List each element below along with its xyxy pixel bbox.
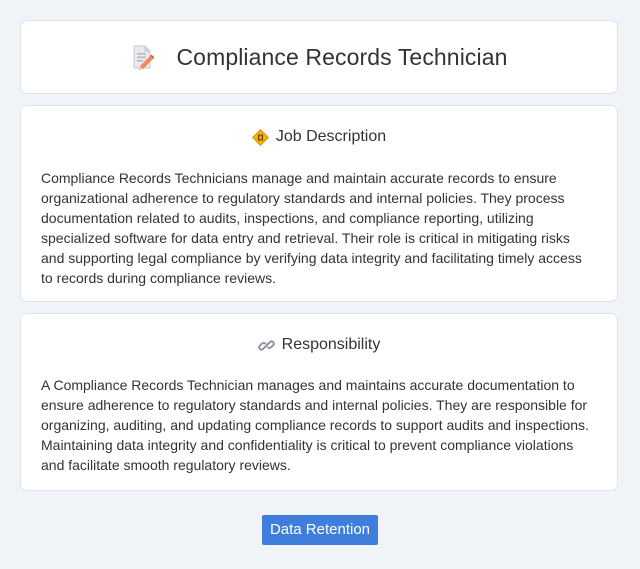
job-description-heading: Job Description [41, 127, 597, 147]
job-description-card: Job Description Compliance Records Techn… [20, 105, 618, 302]
data-retention-tag-button[interactable]: Data Retention [261, 515, 379, 545]
tag-list: Data Retention [0, 515, 640, 545]
document-pencil-icon [130, 44, 155, 70]
responsibility-card: Responsibility A Compliance Records Tech… [20, 313, 618, 491]
page-title: Compliance Records Technician [176, 43, 508, 70]
diamond-badge-icon [251, 128, 269, 146]
responsibility-text: A Compliance Records Technician manages … [41, 377, 589, 473]
section-heading-label: Responsibility [281, 336, 381, 353]
title-card: Compliance Records Technician [20, 20, 618, 94]
responsibility-heading: Responsibility [41, 335, 597, 355]
link-icon [257, 337, 275, 354]
job-description-text: Compliance Records Technicians manage an… [41, 170, 582, 286]
section-heading-label: Job Description [275, 128, 387, 145]
